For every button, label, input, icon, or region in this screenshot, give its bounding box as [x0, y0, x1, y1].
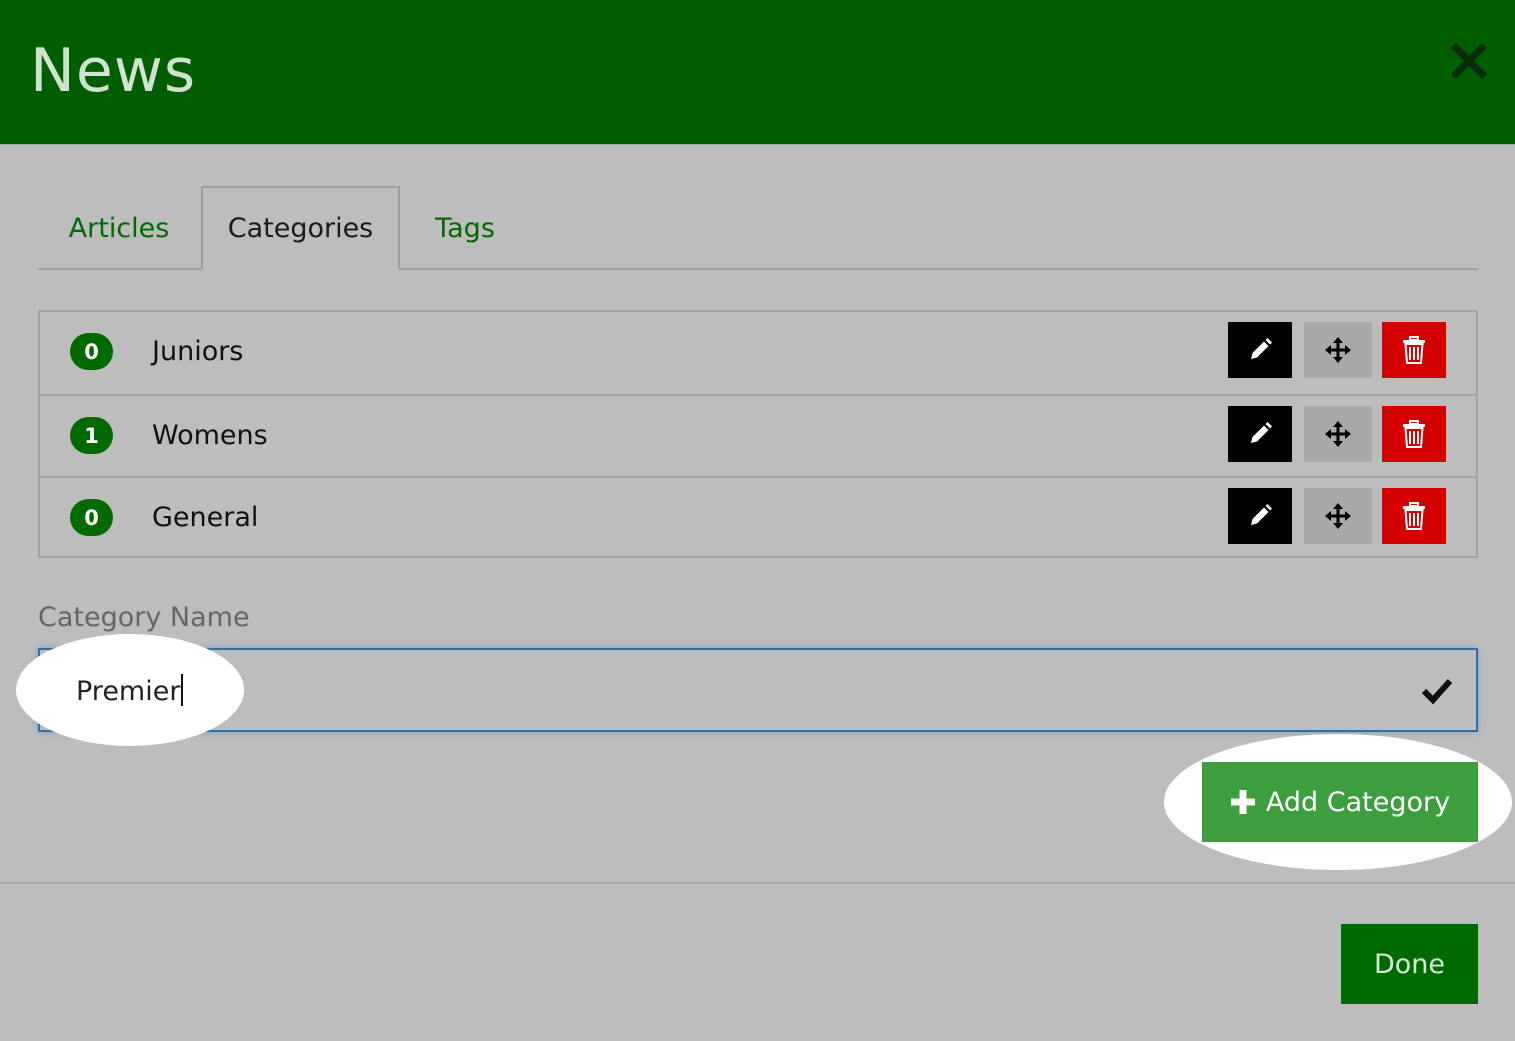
- category-name-value[interactable]: Premier: [76, 674, 184, 707]
- add-category-button[interactable]: Add Category: [1202, 762, 1478, 842]
- category-name: Juniors: [152, 336, 244, 367]
- pencil-icon: [1251, 504, 1272, 525]
- footer-divider: [0, 882, 1515, 884]
- tab-categories[interactable]: Categories: [201, 186, 400, 270]
- move-arrows-icon: [1325, 337, 1351, 363]
- plus-icon: [1230, 790, 1255, 814]
- input-value-text: Premier: [76, 676, 181, 707]
- category-list: 0 Juniors 1 Womens 0 General: [38, 310, 1478, 558]
- close-icon: [1451, 43, 1487, 79]
- category-row: 1 Womens: [40, 394, 1476, 476]
- dialog-header: News: [0, 0, 1515, 145]
- category-name: Womens: [152, 420, 268, 451]
- pencil-icon: [1251, 338, 1272, 359]
- move-button[interactable]: [1304, 406, 1372, 462]
- category-name-input[interactable]: [38, 648, 1478, 732]
- delete-button[interactable]: [1382, 488, 1446, 544]
- delete-button[interactable]: [1382, 322, 1446, 378]
- move-arrows-icon: [1325, 503, 1351, 529]
- category-row: 0 Juniors: [40, 312, 1476, 394]
- move-button[interactable]: [1304, 322, 1372, 378]
- category-name-label: Category Name: [38, 602, 250, 633]
- close-button[interactable]: [1448, 40, 1490, 82]
- article-count-badge: 0: [70, 499, 113, 536]
- category-name: General: [152, 502, 259, 533]
- dialog-title: News: [30, 36, 197, 106]
- done-button[interactable]: Done: [1341, 924, 1478, 1004]
- edit-button[interactable]: [1228, 322, 1292, 378]
- pencil-icon: [1251, 422, 1272, 443]
- tab-tags[interactable]: Tags: [400, 186, 530, 270]
- tab-articles[interactable]: Articles: [38, 186, 200, 270]
- move-button[interactable]: [1304, 488, 1372, 544]
- category-row: 0 General: [40, 476, 1476, 558]
- trash-icon: [1403, 420, 1425, 448]
- move-arrows-icon: [1325, 421, 1351, 447]
- trash-icon: [1403, 336, 1425, 364]
- article-count-badge: 1: [70, 417, 113, 454]
- checkmark-icon: [1421, 678, 1453, 705]
- edit-button[interactable]: [1228, 406, 1292, 462]
- delete-button[interactable]: [1382, 406, 1446, 462]
- text-caret: [181, 674, 184, 706]
- edit-button[interactable]: [1228, 488, 1292, 544]
- article-count-badge: 0: [70, 333, 113, 370]
- trash-icon: [1403, 502, 1425, 530]
- tab-bar: Articles Categories Tags: [38, 186, 1478, 270]
- confirm-button[interactable]: [1420, 674, 1454, 708]
- add-category-label: Add Category: [1265, 786, 1451, 818]
